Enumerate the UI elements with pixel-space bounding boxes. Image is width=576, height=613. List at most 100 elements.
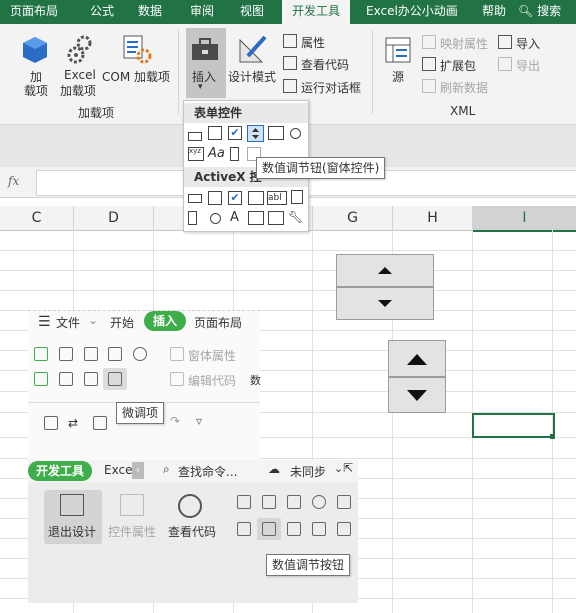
map-properties-icon (422, 35, 436, 49)
activex-image-icon[interactable] (248, 211, 264, 225)
refresh-data-button[interactable]: 刷新数据 (440, 79, 488, 96)
column-header-i[interactable]: I (473, 206, 576, 232)
radio-icon[interactable] (312, 495, 326, 509)
textbox-icon[interactable] (287, 495, 301, 509)
button-control-icon[interactable] (188, 132, 202, 141)
column-header-c[interactable]: C (0, 206, 74, 230)
print-icon[interactable] (93, 416, 107, 430)
spin-button-1-down[interactable] (336, 287, 434, 320)
addins-button-line2[interactable]: 载项 (24, 82, 48, 99)
activex-label-icon[interactable]: A (230, 210, 244, 225)
checkbox-icon[interactable] (108, 347, 122, 361)
run-dialog-icon (283, 79, 297, 93)
tab-formulas[interactable]: 公式 (90, 0, 114, 24)
view-code-button[interactable]: 查看代码 (168, 523, 216, 540)
radio-icon[interactable] (133, 347, 147, 361)
sync-status[interactable]: 未同步 (290, 463, 326, 480)
tab-insert[interactable]: 插入 (144, 311, 186, 331)
share-icon[interactable]: ⇄ (68, 416, 82, 430)
customize-chevron-icon[interactable]: ▿ (196, 414, 202, 428)
combo-box-icon[interactable] (208, 126, 222, 140)
design-mode-button[interactable]: 设计模式 (228, 68, 276, 85)
textbox-icon[interactable] (84, 347, 98, 361)
tab-excel-animation[interactable]: Excel办公小动画 (366, 0, 458, 24)
option-button-icon[interactable] (290, 128, 301, 139)
find-command-input[interactable]: 查找命令... (178, 463, 237, 480)
tab-data[interactable]: 数据 (138, 0, 162, 24)
expansion-packs-button[interactable]: 扩展包 (440, 57, 476, 74)
spin-button-highlight[interactable] (257, 518, 281, 540)
exit-design-label: 退出设计 (48, 525, 97, 539)
selected-cell[interactable] (472, 413, 555, 438)
hamburger-menu-icon[interactable]: ☰ (38, 314, 51, 330)
excel-addins-line2[interactable]: 加载项 (60, 82, 96, 99)
combo-icon[interactable] (287, 522, 301, 536)
redo-icon[interactable]: ↷ (170, 414, 180, 428)
tab-help[interactable]: 帮助 (482, 0, 506, 24)
fill-handle[interactable] (550, 434, 555, 439)
column-header-d[interactable]: D (74, 206, 154, 230)
tab-scroll-right-icon[interactable]: › (132, 462, 144, 479)
tab-excel[interactable]: Exce (104, 463, 132, 477)
com-addins-button[interactable]: COM 加载项 (102, 68, 170, 85)
form-properties-button[interactable]: 窗体属性 (188, 347, 236, 364)
activex-textbox-icon[interactable]: abl (267, 191, 287, 205)
tab-review[interactable]: 审阅 (190, 0, 214, 24)
properties-button[interactable]: 属性 (301, 34, 325, 51)
label-icon[interactable] (34, 347, 48, 361)
tab-page-layout[interactable]: 页面布局 (194, 314, 242, 331)
activex-toggle-icon[interactable] (268, 211, 284, 225)
list-box-icon[interactable] (268, 126, 284, 140)
checkbox-control-icon[interactable]: ✔ (228, 126, 242, 140)
activex-option-icon[interactable] (210, 213, 221, 224)
activex-button-icon[interactable] (188, 194, 202, 203)
activex-combo-icon[interactable] (208, 191, 222, 205)
fx-icon[interactable]: fx (8, 174, 19, 188)
control-properties-button[interactable]: 控件属性 (108, 523, 156, 540)
combo-icon[interactable] (84, 372, 98, 386)
more-controls-tools-icon[interactable]: 🔧︎ (288, 210, 303, 224)
design-icon (60, 494, 84, 516)
button-icon[interactable] (262, 495, 276, 509)
spin-button-2-down[interactable] (388, 377, 446, 413)
file-menu[interactable]: 文件 (56, 314, 80, 331)
run-dialog-button[interactable]: 运行对话框 (301, 79, 361, 96)
activex-spin-icon[interactable] (188, 211, 197, 225)
activex-checkbox-icon[interactable]: ✔ (228, 191, 242, 205)
label-control-icon[interactable]: Aa (208, 146, 226, 161)
export-button[interactable]: 导出 (516, 57, 540, 74)
spin-button-2-up[interactable] (388, 340, 446, 377)
search-box[interactable]: 🔍︎ 搜索 (518, 0, 561, 24)
xml-source-button[interactable]: 源 (392, 68, 404, 85)
list-icon[interactable] (337, 495, 351, 509)
checkbox-icon[interactable] (237, 495, 251, 509)
activex-list-icon[interactable] (248, 191, 264, 205)
tab-home[interactable]: 开始 (110, 314, 134, 331)
edit-code-button[interactable]: 编辑代码 (188, 372, 236, 389)
button-icon[interactable] (59, 347, 73, 361)
spin-button-1-up[interactable] (336, 254, 434, 287)
view-code-button[interactable]: 查看代码 (301, 56, 349, 73)
tab-developer-tools[interactable]: 开发工具 (28, 461, 92, 481)
list-icon[interactable] (59, 372, 73, 386)
tab-view[interactable]: 视图 (240, 0, 264, 24)
activex-scroll-icon[interactable] (291, 190, 303, 204)
spin-item-highlight[interactable] (103, 368, 127, 390)
share-icon[interactable]: ⇱ (343, 461, 353, 475)
tab-page-layout[interactable]: 页面布局 (10, 0, 58, 24)
group-box-icon[interactable]: xyz (188, 147, 204, 161)
edit-code-icon (170, 372, 184, 386)
column-header-h[interactable]: H (393, 206, 473, 230)
image-icon[interactable] (337, 522, 351, 536)
spin-button-control-icon[interactable] (247, 125, 264, 142)
column-header-g[interactable]: G (313, 206, 393, 230)
save-icon[interactable] (44, 416, 58, 430)
map-properties-button[interactable]: 映射属性 (440, 35, 488, 52)
excel-addins-line1[interactable]: Excel (64, 68, 96, 82)
spin-control-icon[interactable] (34, 372, 48, 386)
label-icon[interactable] (312, 522, 326, 536)
import-button[interactable]: 导入 (516, 35, 540, 52)
scrollbar-icon[interactable] (237, 522, 251, 536)
scroll-bar-icon[interactable] (230, 147, 239, 161)
tab-developer[interactable]: 开发工具 (282, 0, 350, 24)
